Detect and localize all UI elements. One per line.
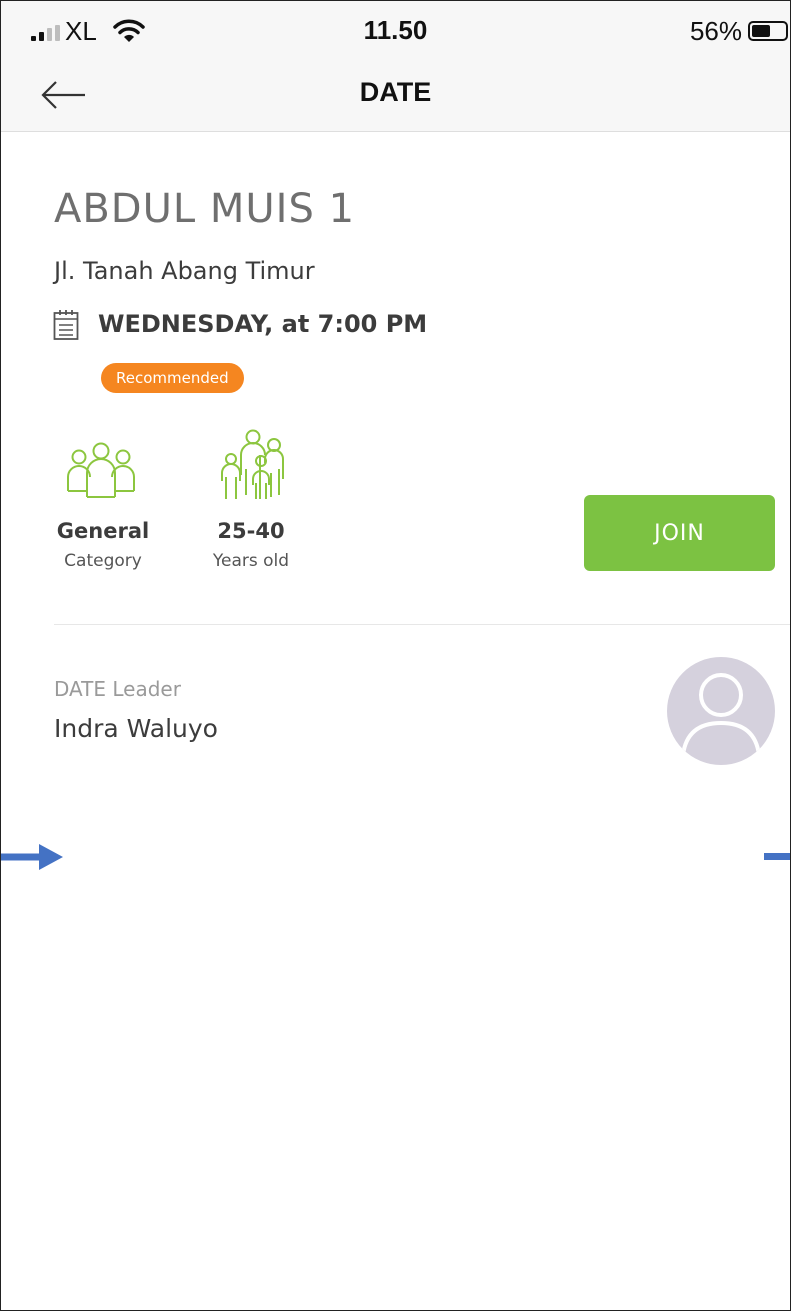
page-title: DATE xyxy=(359,77,432,107)
join-button[interactable]: JOIN xyxy=(584,495,775,571)
venue-address: Jl. Tanah Abang Timur xyxy=(54,257,315,285)
battery-level-fill xyxy=(752,25,770,37)
status-bar: XL 11.50 56% xyxy=(1,1,790,63)
battery-percent: 56% xyxy=(689,16,742,46)
meeting-schedule: WEDNESDAY, at 7:00 PM xyxy=(98,310,428,338)
phone-screen: XL 11.50 56% DATE ABDUL MUIS 1 Jl. Tanah… xyxy=(0,0,791,1311)
avatar xyxy=(667,657,775,765)
leader-label: DATE Leader xyxy=(54,677,181,701)
annotation-arrow-right-icon xyxy=(1,844,63,870)
section-divider xyxy=(54,624,790,625)
navigation-bar: DATE xyxy=(1,63,790,132)
annotation-line-marker xyxy=(764,853,790,860)
status-time: 11.50 xyxy=(363,15,428,45)
age-range-value: 25-40 xyxy=(217,519,285,543)
category-label: Category xyxy=(64,551,142,571)
group-icon xyxy=(67,442,135,498)
category-value: General xyxy=(56,519,150,543)
user-silhouette-icon xyxy=(681,673,761,756)
leader-name: Indra Waluyo xyxy=(54,714,218,743)
age-range-label: Years old xyxy=(212,551,290,571)
family-icon xyxy=(221,429,284,499)
venue-name: ABDUL MUIS 1 xyxy=(54,186,356,232)
recommended-badge: Recommended xyxy=(101,363,244,393)
battery-icon xyxy=(748,21,788,41)
calendar-icon xyxy=(53,310,79,340)
